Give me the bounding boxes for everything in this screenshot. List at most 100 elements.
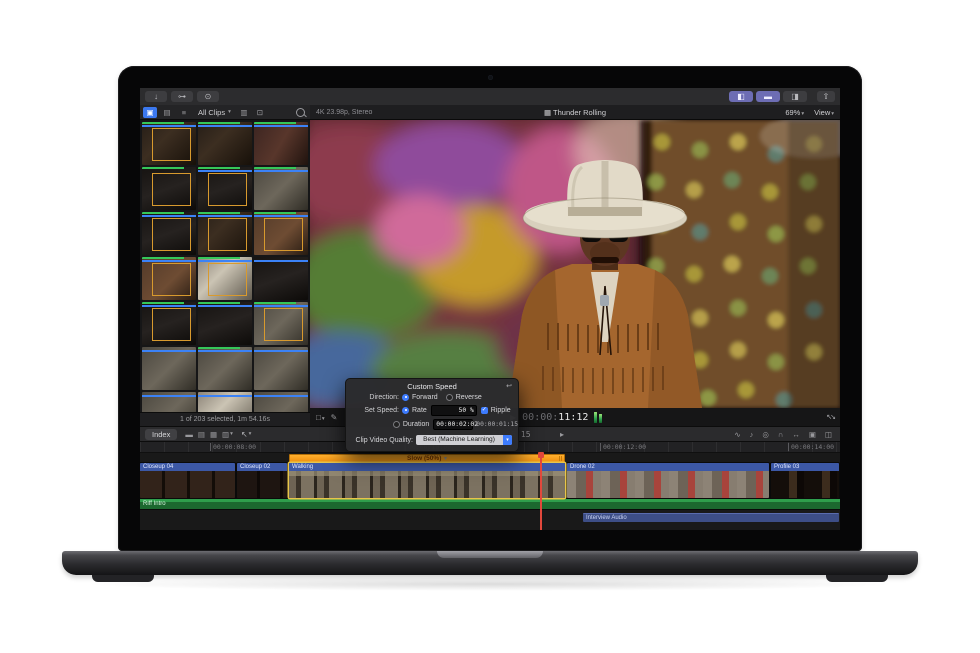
draw-tool-icon[interactable]: ✎ [331, 413, 338, 422]
timeline-clip-drone-02[interactable]: Drone 02 [567, 463, 769, 498]
clip-thumbnail[interactable] [198, 302, 252, 345]
clip-thumbnail[interactable] [142, 302, 196, 345]
clip-thumbnail[interactable] [254, 347, 308, 390]
clip-thumbnail[interactable] [142, 257, 196, 300]
chevron-down-icon[interactable]: ▾ [230, 431, 233, 437]
skimming-icon[interactable]: ∿ [734, 430, 740, 439]
duration-input[interactable]: 00:00:02:02 [433, 419, 473, 430]
clip-thumbnail[interactable] [198, 212, 252, 255]
duration-filter-icon[interactable]: ⊡ [253, 107, 267, 118]
keyword-editor-icon[interactable]: ⊶ [171, 91, 193, 102]
set-speed-label: Set Speed: [346, 407, 402, 414]
timeline-tracks: Slow (50%) ▾ Closeup 04Closeup 02Walking… [140, 452, 840, 530]
direction-label: Direction: [346, 394, 402, 401]
clip-thumbnail[interactable] [254, 167, 308, 210]
reset-icon[interactable]: ↩ [506, 382, 512, 390]
audio-clip-riff-intro[interactable]: Riff Intro [140, 499, 840, 509]
ruler-timecode: 00:00:12:00 [600, 443, 646, 451]
import-media-icon[interactable]: ↓ [145, 91, 167, 102]
timeline-clip-closeup-04[interactable]: Closeup 04 [140, 463, 235, 498]
timeline-toggle-icon[interactable]: ▬ [756, 91, 780, 102]
retime-bar[interactable]: Slow (50%) ▾ [289, 454, 565, 463]
dialog-title: Custom Speed [346, 382, 518, 391]
zoom-level-dropdown[interactable]: 69%▾ [785, 108, 804, 117]
clip-thumbnail[interactable] [254, 257, 308, 300]
clip-thumbnail[interactable] [198, 392, 252, 412]
toolbar-left-buttons: ↓ ⊶ ⊙ [145, 91, 219, 102]
solo-icon[interactable]: ◎ [762, 430, 769, 439]
clip-thumbnail[interactable] [198, 257, 252, 300]
viewer-header: 4K 23.98p, Stereo ▦ Thunder Rolling 69%▾… [310, 105, 840, 120]
clip-name: Drone 02 [567, 463, 769, 471]
clip-thumbnail[interactable] [254, 122, 308, 165]
effects-icon[interactable]: ▣ [809, 430, 816, 439]
clip-thumbnail[interactable] [142, 392, 196, 412]
quality-dropdown[interactable]: Best (Machine Learning) ▾ [416, 435, 512, 445]
clip-thumbnail[interactable] [198, 122, 252, 165]
clip-thumbnail[interactable] [142, 167, 196, 210]
view-dropdown[interactable]: View▾ [814, 108, 834, 117]
audio-skimming-icon[interactable]: ♪ [750, 430, 754, 439]
clip-thumbnail[interactable] [254, 212, 308, 255]
search-icon[interactable] [296, 108, 305, 117]
clip-filter-label: All Clips [198, 108, 225, 117]
rate-label: Rate [412, 407, 427, 414]
toolbar-right-buttons: ◧▬◨ ⇧ [729, 91, 835, 102]
reverse-label: Reverse [456, 394, 482, 401]
clip-appearance-1-icon[interactable]: ▬ [185, 430, 193, 439]
page-background: ↓⊶⊙ ◧▬◨ ⇧ ▣▤≡ All Clips ▾ ▥⊡ [0, 0, 980, 653]
clip-thumbnail[interactable] [142, 212, 196, 255]
rate-radio[interactable] [402, 407, 409, 414]
index-button[interactable]: Index [145, 429, 177, 440]
clip-name: Walking [289, 463, 565, 471]
project-title: ▦ Thunder Rolling [310, 108, 840, 117]
fullscreen-icon[interactable]: ↖↘ [826, 413, 834, 421]
photos-audio-icon[interactable]: ▤ [160, 107, 174, 118]
audio-clip-interview[interactable]: Interview Audio [583, 513, 839, 522]
playhead[interactable] [540, 452, 542, 530]
playhead-timecode: 00:00:11:12 [522, 412, 588, 423]
media-format-label: 4K 23.98p, Stereo [316, 109, 372, 116]
timeline-clip-profile-03[interactable]: Profile 03 [771, 463, 839, 498]
marker-filter-icon[interactable]: ▥ [237, 107, 251, 118]
forward-radio[interactable] [402, 394, 409, 401]
clip-appearance-4-icon[interactable]: ▥ [222, 430, 229, 439]
ruler-timecode: 00:00:14:00 [788, 443, 834, 451]
clip-appearance-3-icon[interactable]: ▦ [210, 430, 217, 439]
background-tasks-icon[interactable]: ⊙ [197, 91, 219, 102]
snapping-icon[interactable]: ∩ [778, 430, 783, 439]
ripple-checkbox[interactable]: ✓ [481, 407, 488, 414]
clip-thumbnail[interactable] [254, 302, 308, 345]
browser-toggle-icon[interactable]: ◧ [729, 91, 753, 102]
chevron-down-icon: ▾ [322, 416, 325, 422]
clip-thumbnail[interactable] [142, 347, 196, 390]
video-track: Closeup 04Closeup 02WalkingDrone 02Profi… [140, 463, 840, 498]
clip-browser-icon[interactable]: ▣ [143, 107, 157, 118]
transform-tool-dropdown[interactable]: □▾ [316, 413, 325, 422]
trim-icon[interactable]: ↔ [792, 430, 800, 439]
audio-meters [594, 412, 602, 423]
timeline-clip-closeup-02[interactable]: Closeup 02 [237, 463, 287, 498]
share-button[interactable]: ⇧ [817, 91, 835, 102]
clip-thumbnail[interactable] [142, 122, 196, 165]
inspector-toggle-icon[interactable]: ◨ [783, 91, 807, 102]
chevron-down-icon: ▾ [801, 111, 804, 117]
timeline-clip-walking[interactable]: Walking [289, 463, 565, 498]
clip-thumbnail[interactable] [198, 347, 252, 390]
timeline: 00:00:08:0000:00:10:0000:00:12:0000:00:1… [140, 442, 840, 530]
skip-icon[interactable]: ▸ [560, 430, 564, 439]
clip-thumbnail[interactable] [198, 167, 252, 210]
titles-generators-icon[interactable]: ≡ [177, 107, 191, 118]
clip-thumbnail[interactable] [254, 392, 308, 412]
macbook-foot [826, 575, 888, 582]
timeline-history-icon[interactable]: ◫ [825, 430, 832, 439]
rate-input[interactable]: 50 % [431, 405, 477, 416]
clip-filter-dropdown[interactable]: All Clips ▾ [198, 108, 231, 117]
macbook-foot [92, 575, 154, 582]
chevron-down-icon: ▾ [249, 431, 252, 437]
clip-appearance-2-icon[interactable]: ▤ [198, 430, 205, 439]
reverse-radio[interactable] [446, 394, 453, 401]
lid-notch [437, 551, 543, 558]
duration-radio[interactable] [393, 421, 400, 428]
select-tool-dropdown[interactable]: ↖▾ [241, 430, 251, 439]
